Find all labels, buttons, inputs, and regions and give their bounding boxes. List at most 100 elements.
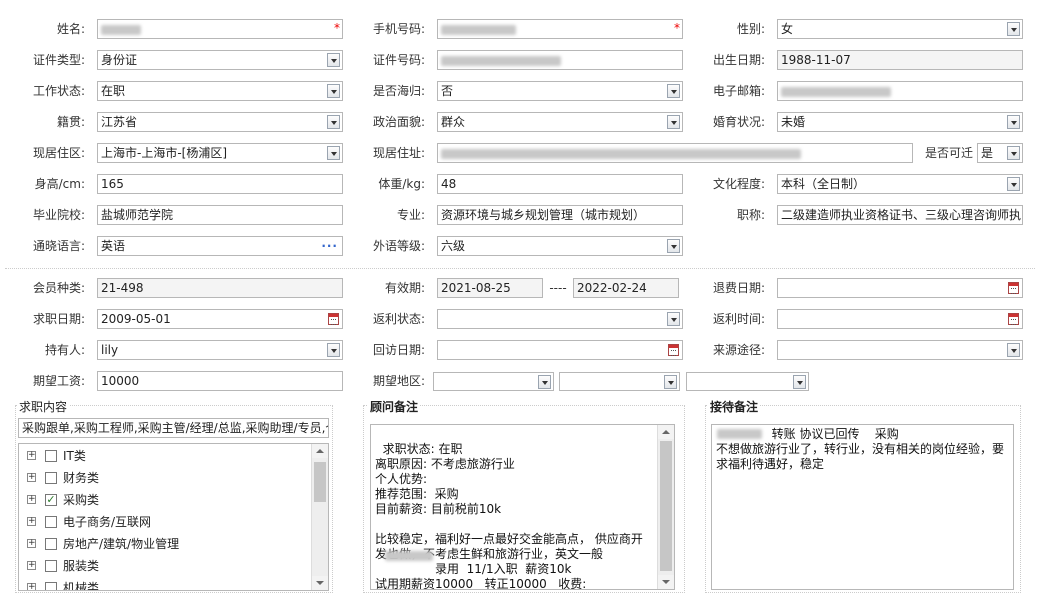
- education-select[interactable]: 本科（全日制）: [777, 174, 1023, 194]
- more-dots-icon[interactable]: ···: [321, 237, 338, 255]
- address-field[interactable]: [437, 143, 913, 163]
- tree-item-label: 服装类: [63, 559, 100, 573]
- relocate-select[interactable]: 是: [977, 143, 1023, 163]
- checkbox[interactable]: [45, 516, 57, 528]
- scroll-up-icon[interactable]: [312, 444, 328, 458]
- gender-label: 性别:: [736, 22, 765, 36]
- scroll-down-icon[interactable]: [658, 575, 674, 589]
- valid-to-value: 2022-02-24: [577, 281, 647, 295]
- chevron-down-icon[interactable]: [1007, 22, 1020, 36]
- name-field[interactable]: *: [97, 19, 343, 39]
- expand-icon[interactable]: +: [27, 539, 36, 548]
- professional-title-field[interactable]: 二级建造师执业资格证书、三级心理咨询师执: [777, 205, 1023, 225]
- id-number-label: 证件号码:: [372, 53, 425, 67]
- overseas-value: 否: [441, 84, 454, 98]
- region-province-select[interactable]: [433, 372, 554, 391]
- residence-label: 现居住区:: [32, 146, 85, 160]
- refund-date-field[interactable]: [777, 278, 1023, 298]
- chevron-down-icon[interactable]: [327, 53, 340, 67]
- checkbox[interactable]: [45, 560, 57, 572]
- advisor-notes-textarea[interactable]: 求职状态: 在职 离职原因: 不考虑旅游行业 个人优势: 推荐范围: 采购 目前…: [370, 424, 675, 590]
- job-summary-field[interactable]: 采购跟单,采购工程师,采购主管/经理/总监,采购助理/专员,仓: [18, 418, 329, 438]
- calendar-icon[interactable]: [668, 344, 679, 356]
- chevron-down-icon[interactable]: [667, 84, 680, 98]
- chevron-down-icon[interactable]: [667, 312, 680, 326]
- residence-select[interactable]: 上海市-上海市-[杨浦区]: [97, 143, 343, 163]
- tree-scrollbar[interactable]: [311, 444, 328, 590]
- scroll-thumb[interactable]: [314, 462, 326, 502]
- holder-label: 持有人:: [44, 343, 85, 357]
- height-field[interactable]: 165: [97, 174, 343, 194]
- reception-panel-title: 接待备注: [708, 398, 761, 415]
- checkbox[interactable]: [45, 472, 57, 484]
- language-field[interactable]: 英语 ···: [97, 236, 343, 256]
- address-label: 现居住址:: [372, 146, 425, 160]
- chevron-down-icon[interactable]: [327, 84, 340, 98]
- overseas-select[interactable]: 否: [437, 81, 683, 101]
- job-date-value: 2009-05-01: [101, 312, 171, 326]
- reception-notes-textarea[interactable]: 转账 协议已回传 采购 不想做旅游行业了，转行业，没有相关的岗位经验，要求福利待…: [711, 424, 1014, 590]
- required-mark: *: [334, 21, 340, 35]
- expand-icon[interactable]: +: [27, 561, 36, 570]
- chevron-down-icon[interactable]: [1007, 343, 1020, 357]
- chevron-down-icon[interactable]: [538, 375, 551, 389]
- checkbox[interactable]: [45, 538, 57, 550]
- calendar-icon[interactable]: [1008, 313, 1019, 325]
- redacted-text: [101, 24, 141, 35]
- expand-icon[interactable]: +: [27, 495, 36, 504]
- chevron-down-icon[interactable]: [1007, 177, 1020, 191]
- expand-icon[interactable]: +: [27, 583, 36, 590]
- id-type-value: 身份证: [101, 53, 138, 67]
- checkbox[interactable]: ✓: [45, 494, 57, 506]
- calendar-icon[interactable]: [328, 313, 339, 325]
- holder-select[interactable]: lily: [97, 340, 343, 360]
- advisor-scrollbar[interactable]: [657, 425, 674, 589]
- checkbox[interactable]: [45, 450, 57, 462]
- tree-item-label: IT类: [63, 449, 86, 463]
- weight-field[interactable]: 48: [437, 174, 683, 194]
- political-label: 政治面貌:: [372, 115, 425, 129]
- region-district-select[interactable]: [686, 372, 809, 391]
- region-city-select[interactable]: [559, 372, 680, 391]
- visit-date-field[interactable]: [437, 340, 683, 360]
- chevron-down-icon[interactable]: [667, 115, 680, 129]
- job-date-field[interactable]: 2009-05-01: [97, 309, 343, 329]
- phone-field[interactable]: *: [437, 19, 683, 39]
- work-status-select[interactable]: 在职: [97, 81, 343, 101]
- expand-icon[interactable]: +: [27, 473, 36, 482]
- rebate-status-select[interactable]: [437, 309, 683, 329]
- scroll-thumb[interactable]: [660, 441, 672, 571]
- source-select[interactable]: [777, 340, 1023, 360]
- rebate-time-field[interactable]: [777, 309, 1023, 329]
- birth-value: 1988-11-07: [781, 53, 851, 67]
- scroll-up-icon[interactable]: [658, 425, 674, 439]
- chevron-down-icon[interactable]: [327, 115, 340, 129]
- checkbox[interactable]: [45, 582, 57, 590]
- id-number-field[interactable]: [437, 50, 683, 70]
- job-category-tree[interactable]: + IT类 + 财务类 + ✓ 采购类 + 电子商务/互联网 + 房地产/建筑/物业管理 + 服装类 + 机…: [18, 443, 329, 591]
- chevron-down-icon[interactable]: [327, 146, 340, 160]
- chevron-down-icon[interactable]: [1007, 146, 1020, 160]
- school-field[interactable]: 盐城师范学院: [97, 205, 343, 225]
- chevron-down-icon[interactable]: [793, 375, 806, 389]
- chevron-down-icon[interactable]: [664, 375, 677, 389]
- marital-select[interactable]: 未婚: [777, 112, 1023, 132]
- salary-field[interactable]: 10000: [97, 371, 343, 391]
- title-label: 职称:: [736, 208, 765, 222]
- scroll-down-icon[interactable]: [312, 576, 328, 590]
- expand-icon[interactable]: +: [27, 451, 36, 460]
- rebate-status-label: 返利状态:: [372, 312, 425, 326]
- email-field[interactable]: [777, 81, 1023, 101]
- calendar-icon[interactable]: [1008, 282, 1019, 294]
- chevron-down-icon[interactable]: [667, 239, 680, 253]
- gender-select[interactable]: 女: [777, 19, 1023, 39]
- political-select[interactable]: 群众: [437, 112, 683, 132]
- holder-value: lily: [101, 343, 119, 357]
- chevron-down-icon[interactable]: [327, 343, 340, 357]
- id-type-select[interactable]: 身份证: [97, 50, 343, 70]
- origin-select[interactable]: 江苏省: [97, 112, 343, 132]
- chevron-down-icon[interactable]: [1007, 115, 1020, 129]
- major-field[interactable]: 资源环境与城乡规划管理（城市规划）: [437, 205, 683, 225]
- expand-icon[interactable]: +: [27, 517, 36, 526]
- foreign-level-select[interactable]: 六级: [437, 236, 683, 256]
